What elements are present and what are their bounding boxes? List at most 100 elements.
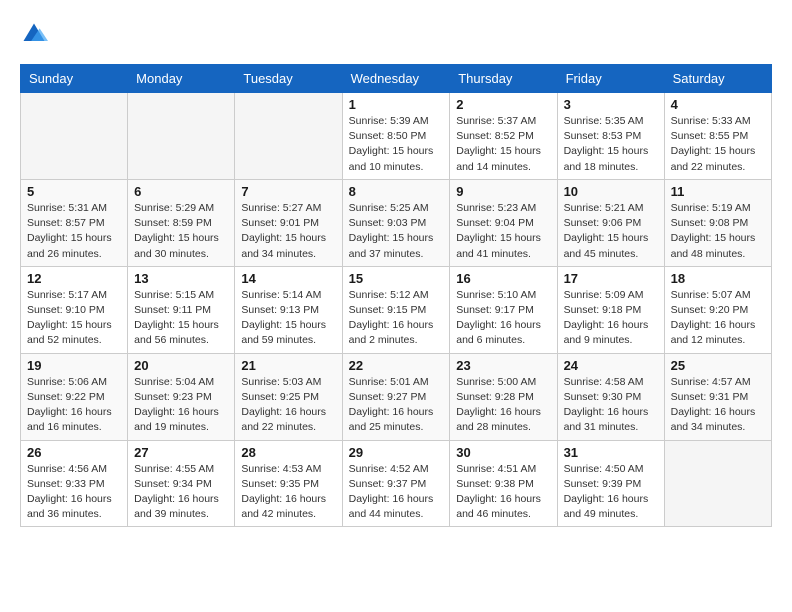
day-cell bbox=[21, 93, 128, 180]
day-number: 30 bbox=[456, 445, 550, 460]
day-info: Sunrise: 5:21 AM Sunset: 9:06 PM Dayligh… bbox=[564, 201, 658, 262]
day-info: Sunrise: 5:09 AM Sunset: 9:18 PM Dayligh… bbox=[564, 288, 658, 349]
day-cell: 14 Sunrise: 5:14 AM Sunset: 9:13 PM Dayli… bbox=[235, 266, 342, 353]
day-number: 7 bbox=[241, 184, 335, 199]
column-header-sunday: Sunday bbox=[21, 65, 128, 93]
day-number: 11 bbox=[671, 184, 765, 199]
day-cell: 1 Sunrise: 5:39 AM Sunset: 8:50 PM Daylig… bbox=[342, 93, 450, 180]
day-cell: 23 Sunrise: 5:00 AM Sunset: 9:28 PM Dayli… bbox=[450, 353, 557, 440]
calendar-body: 1 Sunrise: 5:39 AM Sunset: 8:50 PM Daylig… bbox=[21, 93, 772, 527]
day-number: 10 bbox=[564, 184, 658, 199]
week-row-4: 19 Sunrise: 5:06 AM Sunset: 9:22 PM Dayli… bbox=[21, 353, 772, 440]
day-number: 3 bbox=[564, 97, 658, 112]
day-cell: 10 Sunrise: 5:21 AM Sunset: 9:06 PM Dayli… bbox=[557, 179, 664, 266]
day-number: 28 bbox=[241, 445, 335, 460]
day-cell: 22 Sunrise: 5:01 AM Sunset: 9:27 PM Dayli… bbox=[342, 353, 450, 440]
day-cell: 4 Sunrise: 5:33 AM Sunset: 8:55 PM Daylig… bbox=[664, 93, 771, 180]
day-number: 8 bbox=[349, 184, 444, 199]
day-cell: 30Sunrise: 4:51 AM Sunset: 9:38 PM Dayli… bbox=[450, 440, 557, 527]
day-cell: 18 Sunrise: 5:07 AM Sunset: 9:20 PM Dayli… bbox=[664, 266, 771, 353]
day-number: 26 bbox=[27, 445, 121, 460]
day-info: Sunrise: 5:01 AM Sunset: 9:27 PM Dayligh… bbox=[349, 375, 444, 436]
day-cell: 12 Sunrise: 5:17 AM Sunset: 9:10 PM Dayli… bbox=[21, 266, 128, 353]
column-header-thursday: Thursday bbox=[450, 65, 557, 93]
day-cell: 26 Sunrise: 4:56 AM Sunset: 9:33 PM Dayli… bbox=[21, 440, 128, 527]
day-number: 18 bbox=[671, 271, 765, 286]
day-info: Sunrise: 5:04 AM Sunset: 9:23 PM Dayligh… bbox=[134, 375, 228, 436]
day-cell bbox=[128, 93, 235, 180]
column-header-friday: Friday bbox=[557, 65, 664, 93]
day-number: 12 bbox=[27, 271, 121, 286]
day-number: 25 bbox=[671, 358, 765, 373]
day-cell: 29Sunrise: 4:52 AM Sunset: 9:37 PM Dayli… bbox=[342, 440, 450, 527]
day-cell bbox=[235, 93, 342, 180]
logo-icon bbox=[20, 20, 48, 48]
day-number: 22 bbox=[349, 358, 444, 373]
day-cell: 6Sunrise: 5:29 AM Sunset: 8:59 PM Daylig… bbox=[128, 179, 235, 266]
day-info: Sunrise: 5:39 AM Sunset: 8:50 PM Dayligh… bbox=[349, 114, 444, 175]
day-number: 31 bbox=[564, 445, 658, 460]
day-number: 14 bbox=[241, 271, 335, 286]
day-cell: 13Sunrise: 5:15 AM Sunset: 9:11 PM Dayli… bbox=[128, 266, 235, 353]
day-info: Sunrise: 4:53 AM Sunset: 9:35 PM Dayligh… bbox=[241, 462, 335, 523]
day-info: Sunrise: 5:27 AM Sunset: 9:01 PM Dayligh… bbox=[241, 201, 335, 262]
day-info: Sunrise: 5:25 AM Sunset: 9:03 PM Dayligh… bbox=[349, 201, 444, 262]
page-header bbox=[20, 20, 772, 48]
day-cell: 20 Sunrise: 5:04 AM Sunset: 9:23 PM Dayli… bbox=[128, 353, 235, 440]
day-info: Sunrise: 4:50 AM Sunset: 9:39 PM Dayligh… bbox=[564, 462, 658, 523]
day-info: Sunrise: 5:00 AM Sunset: 9:28 PM Dayligh… bbox=[456, 375, 550, 436]
day-number: 16 bbox=[456, 271, 550, 286]
day-number: 2 bbox=[456, 97, 550, 112]
day-info: Sunrise: 4:56 AM Sunset: 9:33 PM Dayligh… bbox=[27, 462, 121, 523]
day-number: 1 bbox=[349, 97, 444, 112]
day-cell: 3Sunrise: 5:35 AM Sunset: 8:53 PM Daylig… bbox=[557, 93, 664, 180]
day-number: 4 bbox=[671, 97, 765, 112]
day-info: Sunrise: 4:57 AM Sunset: 9:31 PM Dayligh… bbox=[671, 375, 765, 436]
calendar-header: SundayMondayTuesdayWednesdayThursdayFrid… bbox=[21, 65, 772, 93]
day-info: Sunrise: 5:15 AM Sunset: 9:11 PM Dayligh… bbox=[134, 288, 228, 349]
day-number: 29 bbox=[349, 445, 444, 460]
week-row-5: 26 Sunrise: 4:56 AM Sunset: 9:33 PM Dayli… bbox=[21, 440, 772, 527]
day-cell: 15 Sunrise: 5:12 AM Sunset: 9:15 PM Dayli… bbox=[342, 266, 450, 353]
day-info: Sunrise: 5:33 AM Sunset: 8:55 PM Dayligh… bbox=[671, 114, 765, 175]
day-info: Sunrise: 5:10 AM Sunset: 9:17 PM Dayligh… bbox=[456, 288, 550, 349]
day-info: Sunrise: 5:23 AM Sunset: 9:04 PM Dayligh… bbox=[456, 201, 550, 262]
day-cell: 17 Sunrise: 5:09 AM Sunset: 9:18 PM Dayli… bbox=[557, 266, 664, 353]
day-cell bbox=[664, 440, 771, 527]
day-cell: 19 Sunrise: 5:06 AM Sunset: 9:22 PM Dayli… bbox=[21, 353, 128, 440]
day-cell: 27 Sunrise: 4:55 AM Sunset: 9:34 PM Dayli… bbox=[128, 440, 235, 527]
day-info: Sunrise: 5:14 AM Sunset: 9:13 PM Dayligh… bbox=[241, 288, 335, 349]
day-cell: 21Sunrise: 5:03 AM Sunset: 9:25 PM Dayli… bbox=[235, 353, 342, 440]
day-info: Sunrise: 5:37 AM Sunset: 8:52 PM Dayligh… bbox=[456, 114, 550, 175]
day-number: 21 bbox=[241, 358, 335, 373]
day-cell: 16 Sunrise: 5:10 AM Sunset: 9:17 PM Dayli… bbox=[450, 266, 557, 353]
day-cell: 5Sunrise: 5:31 AM Sunset: 8:57 PM Daylig… bbox=[21, 179, 128, 266]
logo bbox=[20, 20, 56, 48]
day-info: Sunrise: 5:29 AM Sunset: 8:59 PM Dayligh… bbox=[134, 201, 228, 262]
column-header-saturday: Saturday bbox=[664, 65, 771, 93]
day-cell: 25 Sunrise: 4:57 AM Sunset: 9:31 PM Dayli… bbox=[664, 353, 771, 440]
day-info: Sunrise: 5:12 AM Sunset: 9:15 PM Dayligh… bbox=[349, 288, 444, 349]
day-cell: 2 Sunrise: 5:37 AM Sunset: 8:52 PM Daylig… bbox=[450, 93, 557, 180]
week-row-2: 5Sunrise: 5:31 AM Sunset: 8:57 PM Daylig… bbox=[21, 179, 772, 266]
day-cell: 24Sunrise: 4:58 AM Sunset: 9:30 PM Dayli… bbox=[557, 353, 664, 440]
header-row: SundayMondayTuesdayWednesdayThursdayFrid… bbox=[21, 65, 772, 93]
day-info: Sunrise: 5:19 AM Sunset: 9:08 PM Dayligh… bbox=[671, 201, 765, 262]
day-cell: 28 Sunrise: 4:53 AM Sunset: 9:35 PM Dayli… bbox=[235, 440, 342, 527]
day-number: 20 bbox=[134, 358, 228, 373]
day-number: 23 bbox=[456, 358, 550, 373]
day-info: Sunrise: 5:17 AM Sunset: 9:10 PM Dayligh… bbox=[27, 288, 121, 349]
day-info: Sunrise: 5:07 AM Sunset: 9:20 PM Dayligh… bbox=[671, 288, 765, 349]
day-number: 19 bbox=[27, 358, 121, 373]
day-info: Sunrise: 5:06 AM Sunset: 9:22 PM Dayligh… bbox=[27, 375, 121, 436]
day-number: 17 bbox=[564, 271, 658, 286]
week-row-1: 1 Sunrise: 5:39 AM Sunset: 8:50 PM Daylig… bbox=[21, 93, 772, 180]
day-number: 9 bbox=[456, 184, 550, 199]
day-info: Sunrise: 4:55 AM Sunset: 9:34 PM Dayligh… bbox=[134, 462, 228, 523]
day-cell: 11 Sunrise: 5:19 AM Sunset: 9:08 PM Dayli… bbox=[664, 179, 771, 266]
day-number: 27 bbox=[134, 445, 228, 460]
day-number: 5 bbox=[27, 184, 121, 199]
column-header-wednesday: Wednesday bbox=[342, 65, 450, 93]
column-header-monday: Monday bbox=[128, 65, 235, 93]
day-number: 15 bbox=[349, 271, 444, 286]
